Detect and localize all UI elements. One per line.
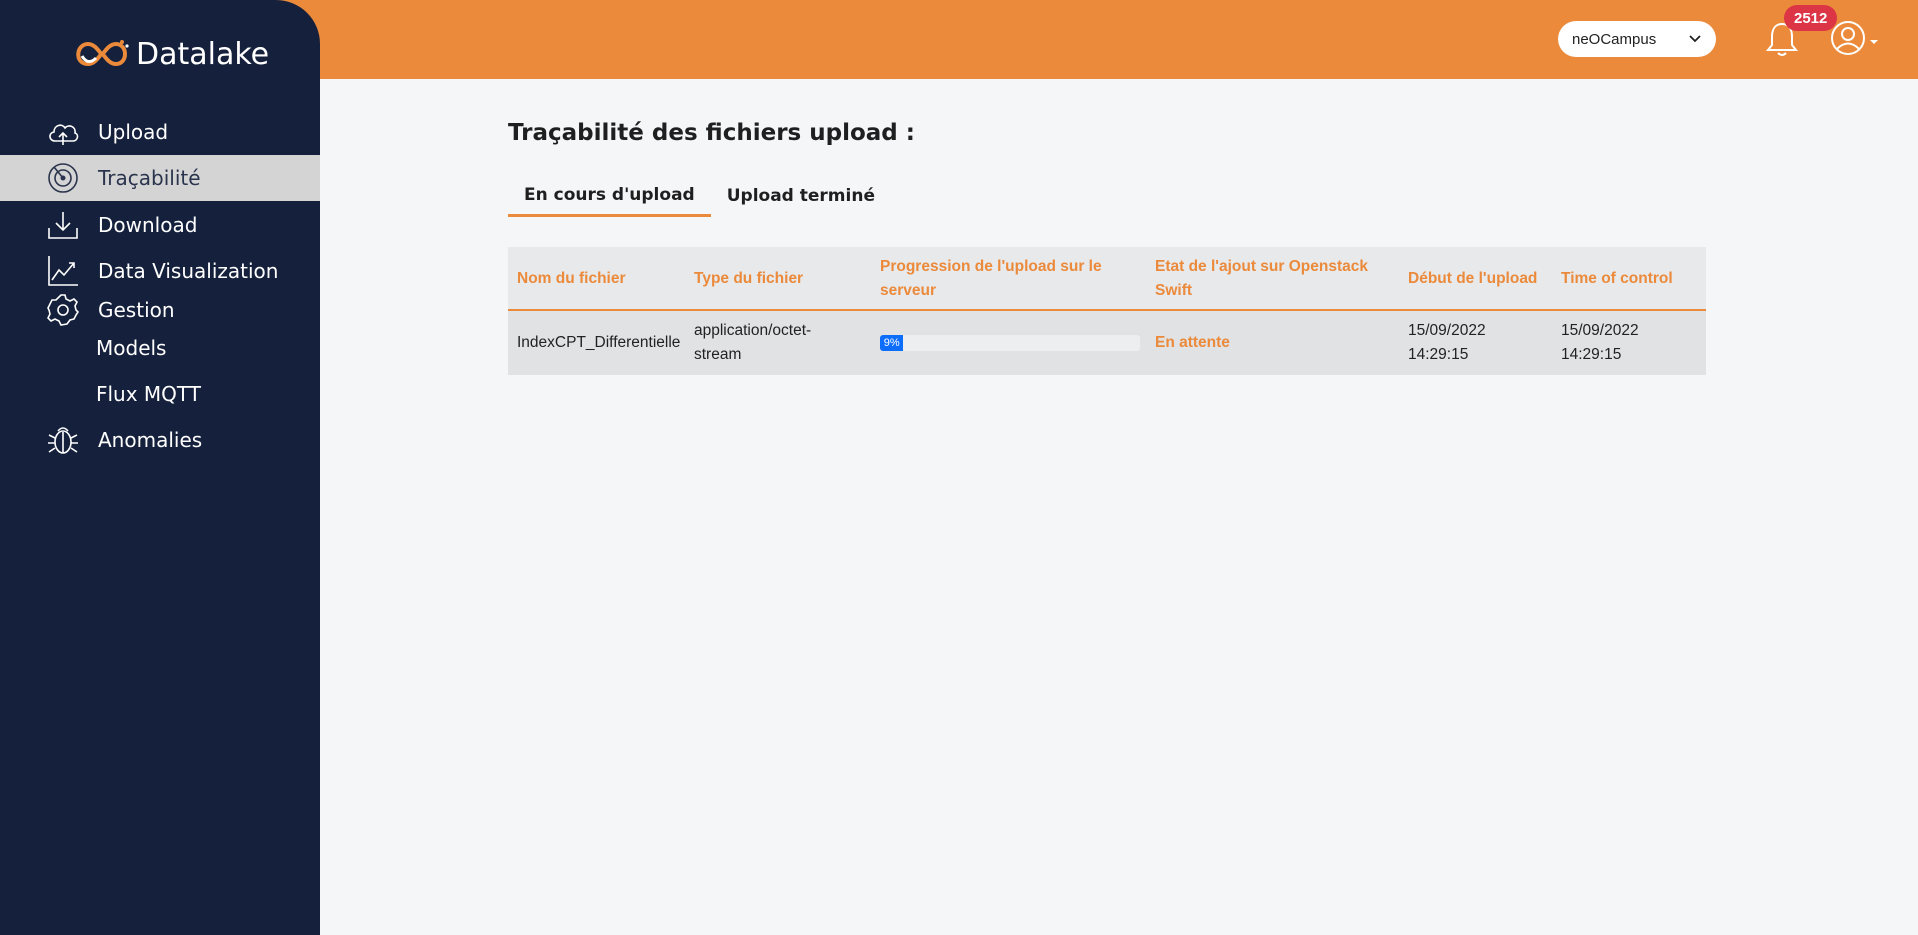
sidebar-item-download[interactable]: Download — [0, 202, 320, 248]
download-icon — [48, 212, 78, 239]
sidebar-item-label: Gestion — [98, 298, 175, 322]
sidebar: Datalake Upload Traçabilité Download Dat… — [0, 0, 320, 935]
sidebar-item-label: Download — [98, 213, 198, 237]
file-name-cell: IndexCPT_Differentielle — [517, 334, 681, 351]
page-title: Traçabilité des fichiers upload : — [508, 120, 915, 146]
tab-en-cours[interactable]: En cours d'upload — [508, 175, 711, 217]
start-date-cell: 15/09/2022 14:29:15 — [1408, 322, 1486, 363]
sidebar-item-tracabilite[interactable]: Traçabilité — [0, 155, 320, 201]
chevron-down-icon — [1689, 35, 1701, 43]
user-menu[interactable] — [1830, 20, 1880, 56]
tab-upload-termine[interactable]: Upload terminé — [711, 175, 891, 217]
table-header: Nom du fichier Type du fichier Progressi… — [508, 247, 1706, 311]
column-header: Type du fichier — [694, 270, 804, 287]
organization-select[interactable]: neOCampus — [1558, 21, 1716, 57]
sidebar-item-label: Data Visualization — [98, 259, 279, 283]
progress-cell: 9% — [880, 311, 1142, 375]
sidebar-item-label: Models — [96, 336, 167, 360]
column-header: Etat de l'ajout sur Openstack Swift — [1155, 258, 1368, 299]
table-row[interactable]: IndexCPT_Differentielle application/octe… — [508, 311, 1706, 375]
sidebar-item-label: Traçabilité — [98, 166, 201, 190]
sidebar-item-models[interactable]: Models — [0, 325, 320, 371]
sidebar-item-upload[interactable]: Upload — [0, 109, 320, 155]
app-logo[interactable]: Datalake — [70, 36, 269, 72]
chart-line-icon — [48, 256, 78, 286]
column-header: Time of control — [1561, 270, 1673, 287]
sidebar-item-flux-mqtt[interactable]: Flux MQTT — [0, 371, 320, 417]
column-header: Début de l'upload — [1408, 270, 1538, 287]
user-avatar-icon — [1831, 21, 1878, 55]
sidebar-item-anomalies[interactable]: Anomalies — [0, 417, 320, 463]
upload-progress-fill: 9% — [880, 335, 904, 351]
upload-progress-bar: 9% — [880, 335, 1140, 351]
datalake-logo-icon — [76, 40, 129, 67]
sidebar-item-label: Anomalies — [98, 428, 203, 452]
column-header: Nom du fichier — [517, 270, 626, 287]
status-cell: En attente — [1155, 334, 1230, 351]
bug-icon — [48, 427, 78, 454]
control-date-cell: 15/09/2022 14:29:15 — [1561, 322, 1639, 363]
upload-tabs: En cours d'upload Upload terminé — [508, 175, 891, 217]
organization-select-value: neOCampus — [1572, 30, 1657, 48]
app-name: Datalake — [136, 36, 270, 72]
uploads-table: Nom du fichier Type du fichier Progressi… — [508, 247, 1706, 375]
column-header: Progression de l'upload sur le serveur — [880, 258, 1102, 299]
radar-icon — [48, 163, 78, 193]
sidebar-item-label: Upload — [98, 120, 169, 144]
sidebar-item-label: Flux MQTT — [96, 382, 202, 406]
cloud-upload-icon — [49, 124, 79, 145]
gear-icon — [47, 294, 80, 326]
file-type-cell: application/octet-stream — [694, 322, 812, 363]
